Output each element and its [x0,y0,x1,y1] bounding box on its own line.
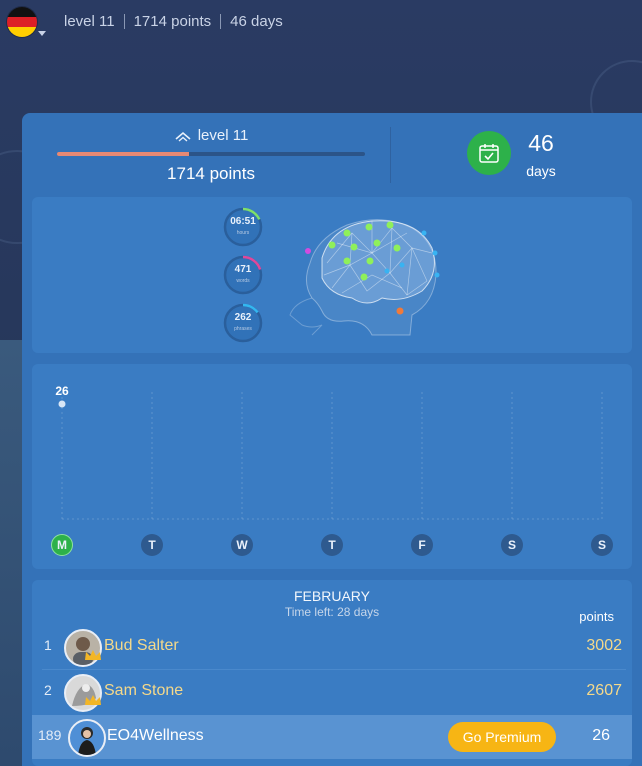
leaderboard-row-me[interactable]: 189 EO4Wellness Go Premium 26 [32,715,632,759]
dashboard-panel: level 11 1714 points 46 days 06:51 hours [22,113,642,766]
username: EO4Wellness [107,727,204,744]
day-2-tick: W [231,534,253,556]
go-premium-button[interactable]: Go Premium [448,722,556,752]
hours-value: 06:51 [230,216,256,227]
phrases-value: 262 [234,312,252,323]
chevron-down-icon[interactable] [38,31,46,36]
header-days: 46 days [230,13,283,30]
day-4-tick: F [411,534,433,556]
streak-days-label: days [526,163,556,179]
hours-ring: 06:51 hours [223,207,263,247]
phrases-label: phrases [234,326,252,332]
score: 26 [592,727,610,744]
leaderboard-row[interactable]: 2 Sam Stone 2607 [32,670,632,714]
points-column-header: points [579,609,614,624]
rank: 1 [44,637,52,653]
level-up-icon [175,131,191,142]
language-flag-icon[interactable] [7,7,37,37]
top-bar: level 11 1714 points 46 days [0,0,642,46]
level-progress-fill [57,152,190,156]
username: Bud Salter [104,637,179,654]
level-label: level 11 [197,127,249,144]
data-point [58,400,66,408]
header-stats: level 11 1714 points 46 days [64,13,283,30]
words-label: words [236,278,250,284]
background-strip [0,340,22,766]
data-label: 26 [55,384,69,398]
header-points: 1714 points [133,13,212,30]
level-progress: level 11 1714 points [57,127,365,184]
score: 3002 [586,637,622,654]
streak-days-value: 46 [528,130,554,156]
leaderboard-card: FEBRUARY Time left: 28 days points 1 Bud… [32,580,632,766]
crown-icon [85,695,101,705]
day-1-tick: T [141,534,163,556]
header-level: level 11 [64,13,115,30]
avatar [64,629,102,667]
leaderboard-month: FEBRUARY [294,588,370,604]
rank: 2 [44,682,52,698]
day-0-tick: M [51,534,73,556]
level-title: level 11 [57,127,365,144]
level-progress-bar [57,152,365,156]
leaderboard-row[interactable]: 1 Bud Salter 3002 [32,625,632,669]
rank: 189 [38,727,62,743]
day-3-tick: T [321,534,343,556]
calendar-check-icon [467,131,511,175]
words-value: 471 [234,264,252,275]
avatar [68,719,106,757]
crown-icon [85,650,101,660]
words-ring: 471 words [223,255,263,295]
username: Sam Stone [104,682,184,699]
leaderboard-time-left: Time left: 28 days [284,605,380,619]
day-6-tick: S [591,534,613,556]
brain-illustration-icon [289,219,440,336]
day-5-tick: S [501,534,523,556]
phrases-ring: 262 phrases [223,303,263,343]
divider [390,127,391,183]
weekly-activity-chart: 26 M T W T F S S [32,364,632,569]
hours-label: hours [236,230,250,236]
points-label: 1714 points [167,164,255,183]
score: 2607 [586,682,622,699]
brain-stats-card: 06:51 hours 471 words 262 phrases [32,197,632,353]
avatar [64,674,102,712]
